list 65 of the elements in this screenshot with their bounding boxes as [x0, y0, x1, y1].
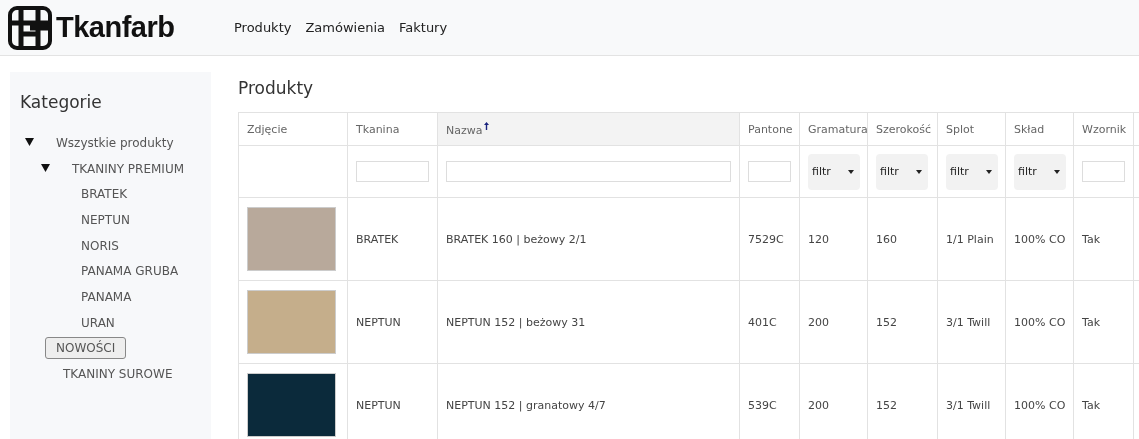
table-cell: 200 — [808, 398, 829, 412]
column-header[interactable]: Splot — [937, 112, 1006, 146]
sidebar-item[interactable]: PANAMA — [76, 285, 137, 308]
table-cell: 3/1 Twill — [946, 315, 991, 329]
caret-icon[interactable] — [41, 164, 50, 173]
sidebar-item[interactable]: URAN — [76, 311, 120, 334]
table-cell: 3/1 Twill — [946, 398, 991, 412]
filter-field[interactable] — [1082, 161, 1125, 182]
dropdown-caret-icon — [916, 169, 922, 174]
nav-link[interactable]: Zamówienia — [305, 20, 385, 35]
table-cell: Tak — [1082, 232, 1100, 246]
sidebar-item[interactable]: Wszystkie produkty — [51, 131, 179, 154]
table-cell: 1/1 Plain — [946, 232, 994, 246]
sidebar-item[interactable]: TKANINY PREMIUM — [67, 157, 190, 180]
table-cell: BRATEK 160 | beżowy 2/1 — [446, 232, 587, 246]
table-cell: 401C — [748, 315, 777, 329]
filter-dropdown[interactable]: filtr — [946, 153, 998, 190]
table-cell: BRATEK — [356, 232, 399, 246]
column-header[interactable]: Wzornik — [1073, 112, 1134, 146]
filter-field[interactable] — [446, 161, 731, 182]
sidebar-item[interactable]: NORIS — [76, 234, 124, 257]
table-cell: Tak — [1082, 398, 1100, 412]
filter-dropdown[interactable]: filtr — [808, 153, 860, 190]
filter-field[interactable] — [356, 161, 429, 182]
table-cell: 7529C — [748, 232, 784, 246]
table-cell: 160 — [876, 232, 897, 246]
column-header[interactable]: Skład — [1005, 112, 1074, 146]
filter-dropdown[interactable]: filtr — [1014, 153, 1066, 190]
dropdown-caret-icon — [848, 169, 854, 174]
table-cell: 152 — [876, 398, 897, 412]
filter-field[interactable] — [748, 161, 791, 182]
column-header[interactable]: Pantone — [739, 112, 800, 146]
sidebar-title: Kategorie — [20, 92, 103, 112]
table-cell: 152 — [876, 315, 897, 329]
sidebar-item[interactable]: NOWOŚCI — [45, 337, 127, 360]
table-cell: 100% CO — [1014, 232, 1066, 246]
brand-name[interactable]: Tkanfarb — [56, 11, 175, 44]
nav-link[interactable]: Faktury — [399, 20, 448, 35]
table-cell: 539C — [748, 398, 777, 412]
sidebar-item[interactable]: NEPTUN — [76, 208, 135, 231]
column-header[interactable]: Gramatura — [799, 112, 868, 146]
table-cell: NEPTUN — [356, 315, 401, 329]
table-cell: 100% CO — [1014, 398, 1066, 412]
table-cell: 100% CO — [1014, 315, 1066, 329]
dropdown-caret-icon — [986, 169, 992, 174]
table-cell: 200 — [808, 315, 829, 329]
table-cell: 120 — [808, 232, 829, 246]
table-cell: NEPTUN — [356, 398, 401, 412]
table-cell: Tak — [1082, 315, 1100, 329]
page-title: Produkty — [238, 78, 315, 98]
caret-icon[interactable] — [25, 138, 34, 147]
table-cell: NEPTUN 152 | beżowy 31 — [446, 315, 586, 329]
logo-icon — [8, 5, 52, 50]
column-header[interactable]: Zdjęcie — [238, 112, 348, 146]
nav-link[interactable]: Produkty — [234, 20, 292, 35]
sidebar-item[interactable]: TKANINY SUROWE — [58, 363, 178, 386]
dropdown-caret-icon — [1054, 169, 1060, 174]
sidebar-item[interactable]: PANAMA GRUBA — [76, 260, 184, 283]
table-cell: NEPTUN 152 | granatowy 4/7 — [446, 398, 606, 412]
sort-arrow-icon — [484, 121, 490, 130]
sidebar-item[interactable]: BRATEK — [76, 183, 133, 206]
column-header[interactable]: Tkanina — [347, 112, 438, 146]
filter-dropdown[interactable]: filtr — [876, 153, 928, 190]
column-header[interactable]: Nazwa — [437, 112, 740, 146]
column-header[interactable]: Szerokość — [867, 112, 938, 146]
